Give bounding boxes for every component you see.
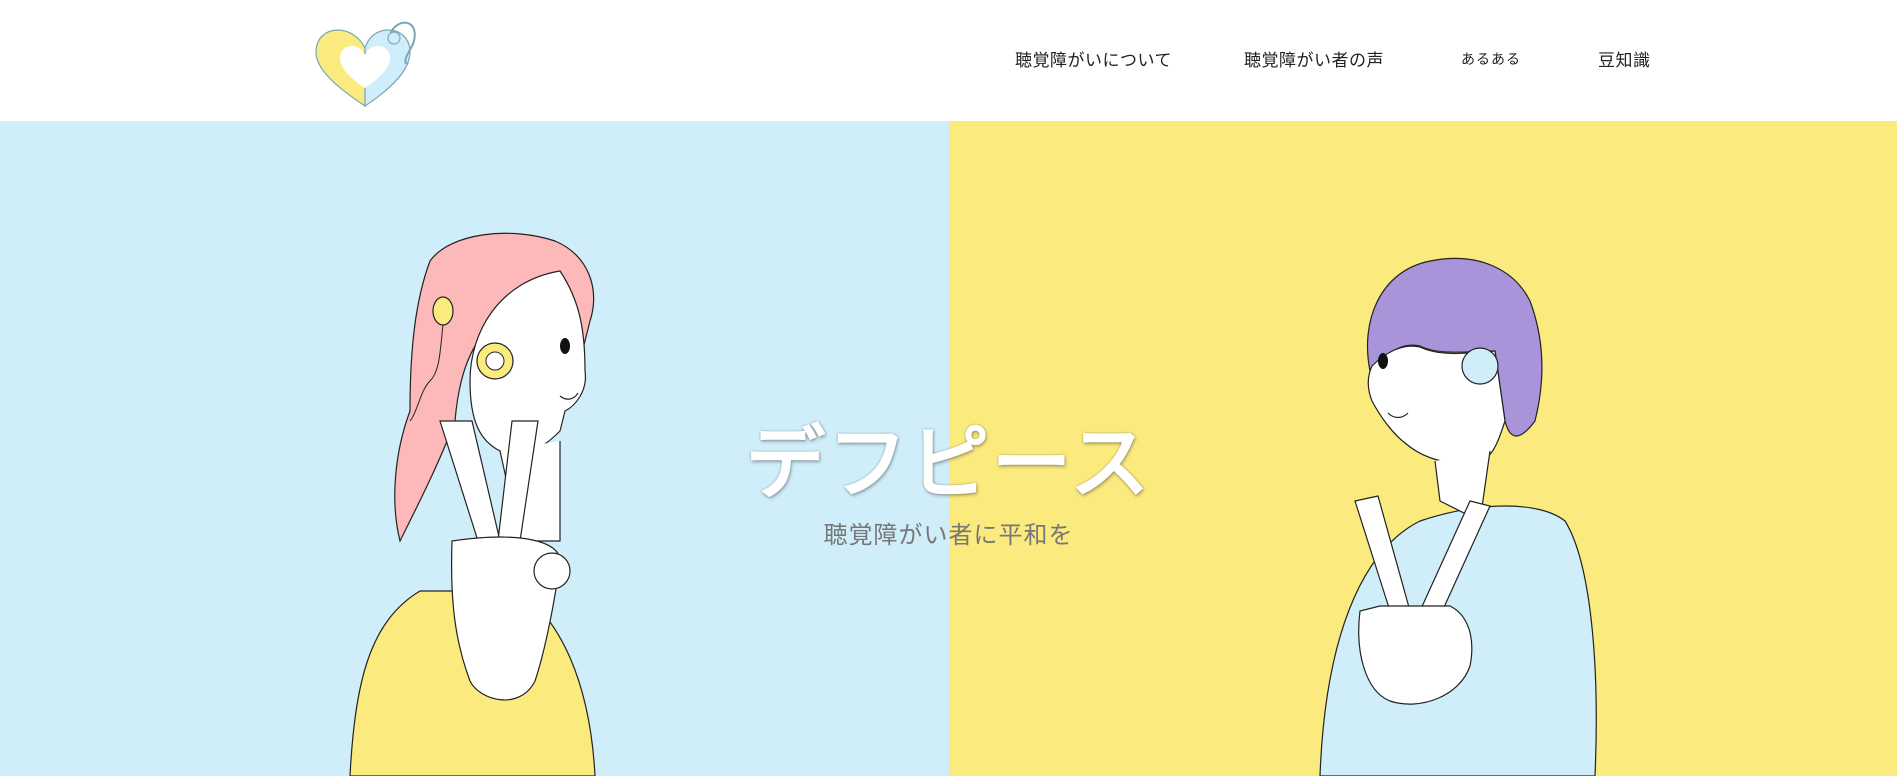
nav-item-aruaru[interactable]: あるある xyxy=(1461,49,1521,69)
nav-item-trivia[interactable]: 豆知識 xyxy=(1598,46,1651,71)
hero-title: デフピース xyxy=(745,417,1152,510)
nav-item-about-hearing-impairment[interactable]: 聴覚障がいについて xyxy=(1015,46,1172,71)
main-nav: 聴覚障がいについて 聴覚障がい者の声 あるある 豆知識 xyxy=(0,0,1897,121)
hero-subtitle: 聴覚障がい者に平和を xyxy=(823,521,1074,549)
nav-item-voices[interactable]: 聴覚障がい者の声 xyxy=(1244,46,1384,71)
hero-section: デフピース 聴覚障がい者に平和を xyxy=(0,121,1897,776)
